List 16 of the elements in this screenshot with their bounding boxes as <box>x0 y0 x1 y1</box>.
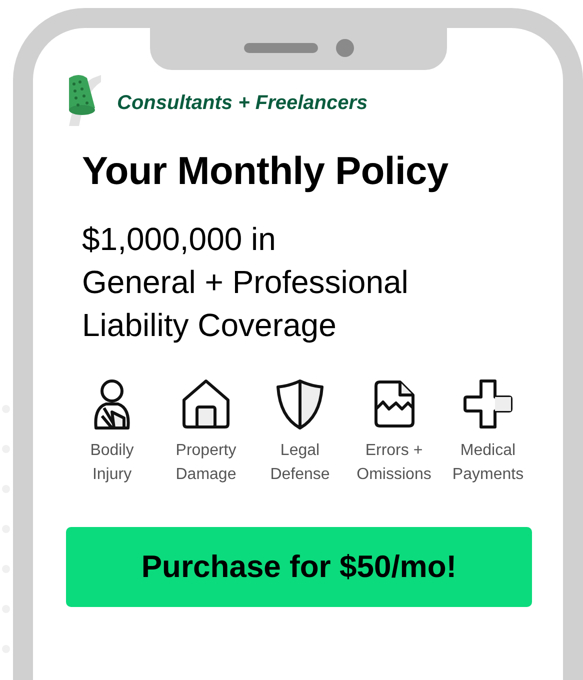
coverage-label: Bodily Injury <box>89 441 135 485</box>
house-icon <box>180 377 232 431</box>
policy-title: Your Monthly Policy <box>82 150 450 194</box>
brand-name: Consultants + Freelancers <box>117 92 368 114</box>
coverage-label: Medical Payments <box>451 441 525 485</box>
purchase-button[interactable]: Purchase for $50/mo! <box>66 527 532 607</box>
coverage-heading: Liability Coverage <box>82 306 338 345</box>
coverage-label: Legal Defense <box>269 441 331 485</box>
coverage-heading: General + Professional <box>82 263 410 302</box>
coverage-label: Property Damage <box>174 441 238 485</box>
speaker-icon <box>244 43 318 53</box>
camera-icon <box>336 39 354 57</box>
coverage-label: Errors + Omissions <box>356 441 432 485</box>
medical-cross-icon <box>462 377 514 431</box>
coverage-heading: $1,000,000 in <box>82 220 277 259</box>
shield-icon <box>275 377 325 431</box>
